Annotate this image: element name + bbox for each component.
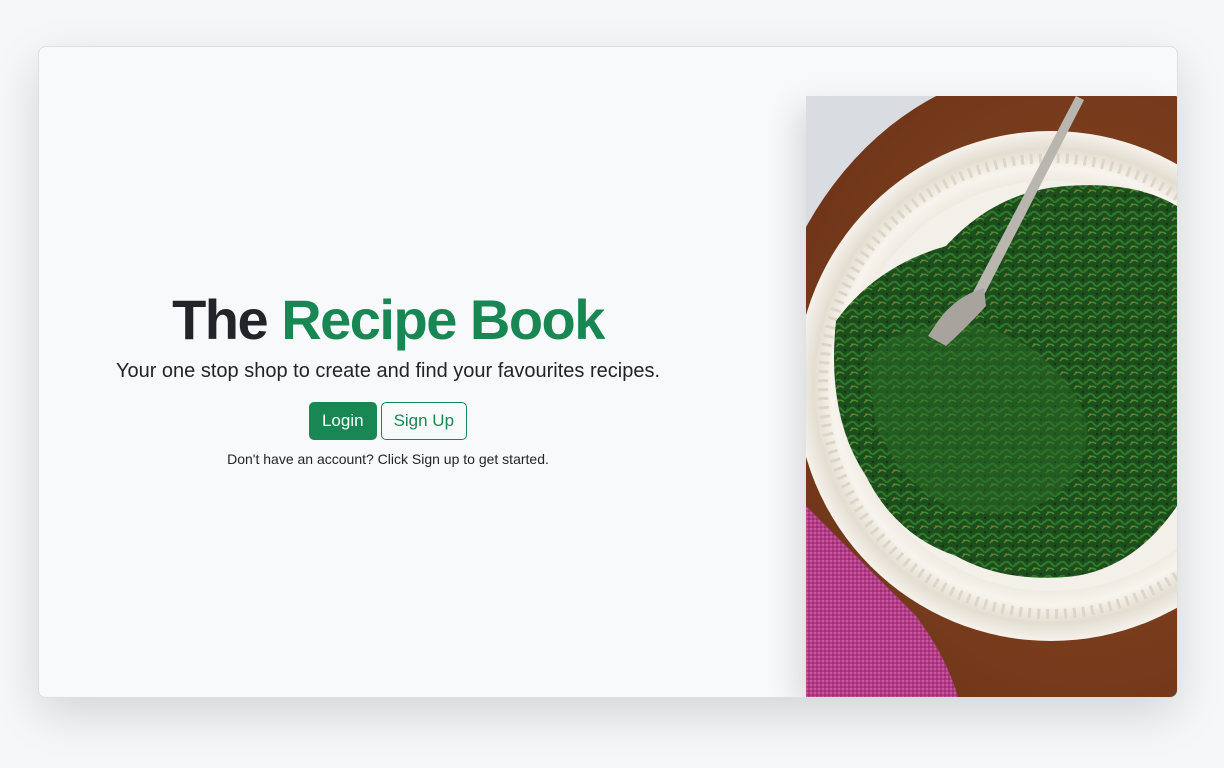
signup-button[interactable]: Sign Up: [380, 402, 468, 440]
tagline: Your one stop shop to create and find yo…: [115, 360, 661, 382]
login-button[interactable]: Login: [308, 402, 377, 440]
title-prefix: The: [172, 288, 269, 351]
signup-hint: Don't have an account? Click Sign up to …: [227, 451, 549, 467]
auth-buttons: Login Sign Up: [39, 402, 737, 440]
hero-image: [806, 96, 1177, 697]
hero-content: The Recipe Book Your one stop shop to cr…: [39, 47, 737, 697]
page-title: The Recipe Book: [39, 287, 737, 353]
hero-card: The Recipe Book Your one stop shop to cr…: [38, 46, 1178, 698]
title-accent: Recipe Book: [281, 288, 605, 351]
